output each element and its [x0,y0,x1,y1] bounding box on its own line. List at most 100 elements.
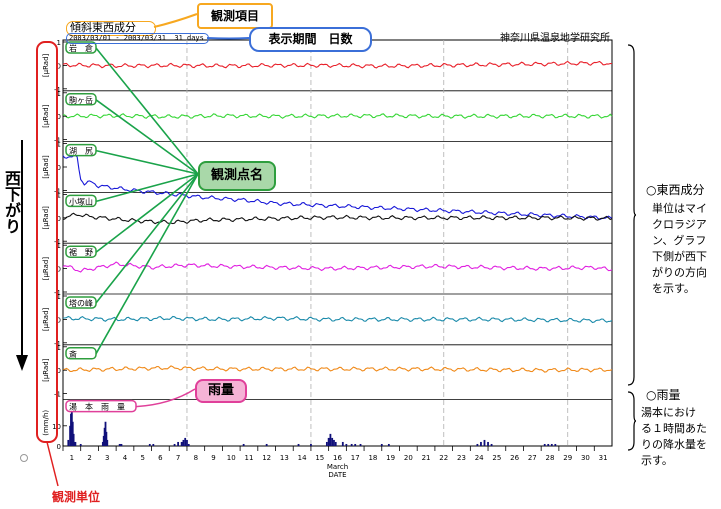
x-tick-label: 7 [176,454,180,462]
ew-note-line: ン、グラフ [652,234,707,247]
x-tick-label: 16 [333,454,342,462]
x-tick-label: 17 [351,454,360,462]
rain-label: 湯 本 雨 量 [69,402,125,412]
x-tick-label: 11 [244,454,253,462]
station-label: 塔の峰 [69,298,93,308]
rain-bar [72,433,75,446]
rain-bar [67,439,70,446]
rain-note-line: 湯本におけ [641,406,696,419]
x-tick-label: 31 [599,454,608,462]
rain-bar [297,443,300,446]
tilt-brace [627,44,637,386]
x-tick-label: 14 [298,454,307,462]
ew-note-line: クロラジア [652,218,707,231]
y-unit-label: [μRad] [42,104,50,128]
rain-note-body: 湯本におけ る１時間あた りの降水量を 示す。 [641,405,707,469]
x-tick-label: 21 [422,454,431,462]
callout-stations: 観測点名 [198,161,276,191]
period-label: 2003/03/01 - 2003/03/31 31 days [69,34,204,42]
callout-period: 表示期間 日数 [249,27,372,52]
rain-bar [476,443,479,446]
station-label: 小塚山 [69,196,93,206]
item-leader [153,13,198,28]
rain-bar [242,443,245,446]
x-tick-label: 30 [581,454,590,462]
west-down-label: 西下がり [2,170,21,234]
rain-brace [627,391,637,451]
rain-bar [550,443,553,446]
x-tick-label: 15 [315,454,324,462]
rain-note-title: ○雨量 [646,388,681,402]
tilt-chart-page: 1 0 -1 [μRad] 1 0 -1 [μRad] 1 0 -1 [μRad] 1 0 -1 [μRad]… [0,0,721,509]
y-tick-label: 1 [57,39,61,47]
x-tick-label: 2 [87,454,91,462]
rain-note-line: 示す。 [641,454,673,467]
ew-note-body: 単位はマイ クロラジア ン、グラフ 下側が西下 がりの方向 を示す。 [652,201,707,297]
station-leader [95,173,199,253]
station-label: 湖 尻 [69,147,93,156]
y-unit-label: [μRad] [42,257,50,281]
x-tick-label: 24 [475,454,484,462]
rain-bar [333,439,335,446]
x-tick-label: 22 [439,454,448,462]
unit-leader-dot [20,454,28,462]
station-label: 岩 倉 [69,43,93,53]
ew-note-line: を示す。 [652,282,695,295]
west-down-arrowhead [16,355,28,371]
rain-bar [543,443,546,446]
rain-bar [106,439,109,446]
ew-note-title: ○東西成分 [646,183,705,197]
rain-bar [350,443,353,446]
rain-bar [354,443,357,446]
x-tick-label: 28 [546,454,555,462]
rain-bar [345,443,348,446]
rain-bar [380,443,383,446]
rain-y-tick-label: 0 [57,443,61,451]
y-unit-label: [μRad] [42,53,50,77]
rain-bar [184,437,187,446]
rain-unit-label: (mm/h) [42,410,50,436]
x-tick-label: 6 [158,454,163,462]
callout-unit: 観測単位 [52,490,101,504]
station-leader [95,173,199,203]
rain-bar [554,443,557,446]
period-leader [206,37,250,40]
x-tick-label: 18 [368,454,377,462]
station-leader [95,173,199,304]
callout-item: 観測項目 [197,3,273,29]
series-line [62,60,613,69]
x-tick-label: 29 [563,454,572,462]
rain-bar [74,441,77,446]
x-tick-label: 9 [211,454,215,462]
x-tick-label: 5 [140,454,144,462]
rain-bar [490,443,493,446]
x-tick-label: 13 [280,454,289,462]
station-label: 裾 野 [69,247,93,257]
x-tick-label: 1 [70,454,74,462]
rain-bar [310,443,312,446]
chart-svg: 10-1[μRad]10-1[μRad]10-1[μRad]10-1[μRad]… [16,13,637,487]
rain-bar [334,441,337,446]
institute-label: 神奈川県温泉地学研究所 [500,33,610,44]
y-unit-label: [μRad] [42,358,50,382]
series-line [62,365,613,373]
rain-bar [329,433,332,446]
ew-note-line: がりの方向 [652,266,707,279]
rain-bar [186,439,188,446]
station-leader [95,173,199,355]
ew-note-line: 下側が西下 [652,250,707,263]
rain-bar [79,443,82,446]
x-axis-label: DATE [328,471,346,479]
station-label: 駒ヶ岳 [69,95,93,105]
rain-leader [135,388,196,408]
rain-bar [359,443,362,446]
ew-note-line: 単位はマイ [652,202,707,215]
rain-bar [182,439,185,446]
rain-bar [547,443,550,446]
x-tick-label: 8 [194,454,198,462]
rain-bar [331,437,334,446]
rain-note-line: りの降水量を [641,438,707,451]
rain-bar [180,441,183,446]
rain-bar [325,441,328,446]
x-tick-label: 27 [528,454,537,462]
